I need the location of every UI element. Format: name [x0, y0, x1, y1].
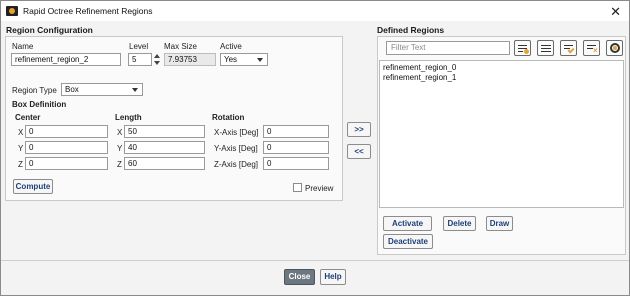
length-z-label: Z	[117, 160, 122, 169]
filter-text-input[interactable]: Filter Text	[386, 41, 510, 55]
add-region-button[interactable]: >>	[347, 122, 371, 137]
rotation-y-label: Y-Axis [Deg]	[214, 144, 258, 153]
activate-button[interactable]: Activate	[383, 216, 432, 231]
list-item[interactable]: refinement_region_1	[380, 73, 623, 83]
chevron-down-icon	[257, 58, 263, 62]
active-select[interactable]: Yes	[220, 53, 268, 66]
window-title: Rapid Octree Refinement Regions	[23, 6, 153, 16]
rotation-x-label: X-Axis [Deg]	[214, 128, 259, 137]
level-spinner[interactable]	[153, 53, 161, 66]
spinner-up-icon[interactable]	[154, 54, 160, 58]
center-x-label: X	[18, 128, 24, 137]
center-x-input[interactable]: 0	[25, 125, 108, 138]
gear-dot	[524, 49, 529, 54]
center-z-input[interactable]: 0	[25, 157, 108, 170]
dialog-window: Rapid Octree Refinement Regions ✕ Region…	[0, 0, 630, 296]
length-header: Length	[115, 113, 142, 122]
icon-line	[541, 51, 551, 52]
region-type-value: Box	[65, 85, 79, 94]
length-y-label: Y	[117, 144, 123, 153]
app-icon	[6, 6, 18, 16]
delete-button[interactable]: Delete	[443, 216, 476, 231]
spinner-down-icon[interactable]	[154, 61, 160, 65]
footer-divider	[1, 260, 629, 261]
length-z-input[interactable]: 60	[124, 157, 205, 170]
box-definition-label: Box Definition	[12, 100, 67, 109]
preview-label: Preview	[305, 184, 334, 193]
remove-region-button[interactable]: <<	[347, 144, 371, 159]
length-y-input[interactable]: 40	[124, 141, 205, 154]
close-icon[interactable]: ✕	[610, 4, 621, 20]
defined-regions-title: Defined Regions	[377, 25, 445, 35]
center-y-input[interactable]: 0	[25, 141, 108, 154]
active-label: Active	[220, 42, 242, 51]
help-button[interactable]: Help	[320, 269, 346, 285]
length-x-input[interactable]: 50	[124, 125, 205, 138]
icon-line	[541, 45, 551, 46]
chevron-down-icon	[132, 88, 138, 92]
clear-list-icon[interactable]: ×	[583, 40, 600, 56]
draw-button[interactable]: Draw	[486, 216, 513, 231]
rotation-z-input[interactable]: 0	[263, 157, 329, 170]
icon-line	[541, 48, 551, 49]
target-center	[613, 46, 617, 50]
max-size-field: 7.93753	[164, 53, 216, 66]
close-button[interactable]: Close	[284, 269, 315, 285]
region-configuration-title: Region Configuration	[6, 25, 93, 35]
rotation-x-input[interactable]: 0	[263, 125, 329, 138]
name-label: Name	[12, 42, 34, 51]
level-label: Level	[129, 42, 149, 51]
x-mark: ×	[593, 46, 598, 55]
defined-regions-list[interactable]: refinement_region_0 refinement_region_1	[379, 60, 624, 208]
deactivate-button[interactable]: Deactivate	[383, 234, 433, 249]
rotation-y-input[interactable]: 0	[263, 141, 329, 154]
compute-button[interactable]: Compute	[13, 179, 53, 194]
preview-checkbox[interactable]	[293, 183, 302, 192]
center-y-label: Y	[18, 144, 24, 153]
target-icon[interactable]	[606, 40, 623, 56]
region-type-select[interactable]: Box	[61, 83, 143, 96]
region-type-label: Region Type	[12, 86, 57, 95]
rotation-header: Rotation	[212, 113, 245, 122]
title-bar: Rapid Octree Refinement Regions ✕	[1, 1, 629, 21]
center-z-label: Z	[18, 160, 23, 169]
max-size-label: Max Size	[164, 42, 197, 51]
icon-line	[518, 45, 527, 46]
name-input[interactable]: refinement_region_2	[11, 53, 121, 66]
length-x-label: X	[117, 128, 123, 137]
rotation-z-label: Z-Axis [Deg]	[214, 160, 259, 169]
icon-line	[518, 51, 523, 52]
active-select-value: Yes	[224, 55, 238, 64]
check-list-icon[interactable]	[560, 40, 577, 56]
filter-settings-icon[interactable]	[514, 40, 531, 56]
level-input[interactable]: 5	[128, 53, 152, 66]
select-all-icon[interactable]	[537, 40, 554, 56]
list-item[interactable]: refinement_region_0	[380, 63, 623, 73]
center-header: Center	[15, 113, 41, 122]
